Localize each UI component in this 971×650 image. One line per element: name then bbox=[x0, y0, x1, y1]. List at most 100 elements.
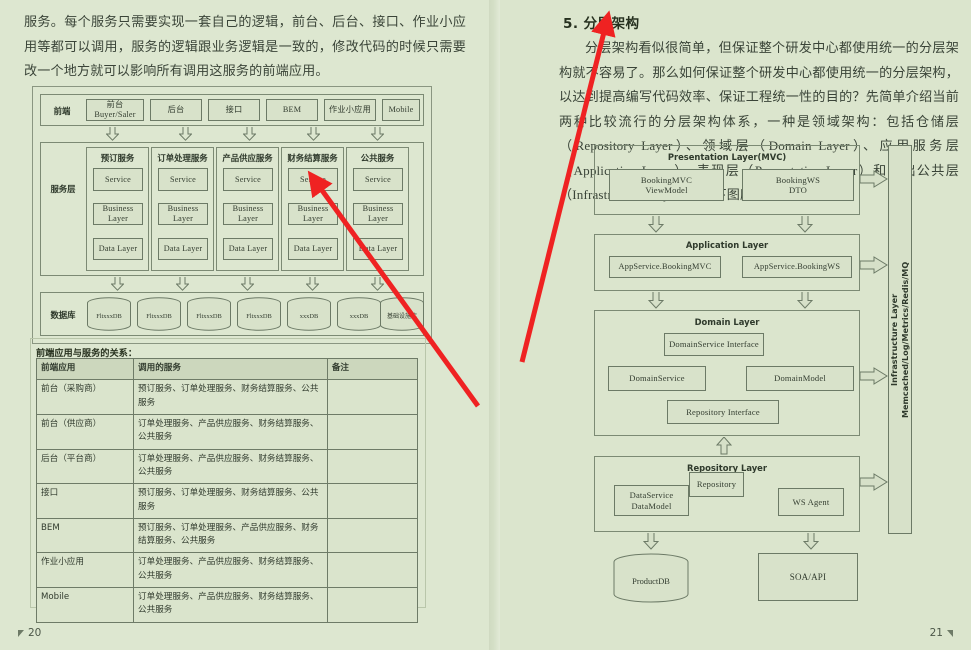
flow-arrow-down-f1 bbox=[179, 127, 192, 141]
table-cell-app-1: 前台（供应商） bbox=[36, 413, 134, 450]
flow-arrow-right-a bbox=[860, 256, 888, 274]
domain-block-service[interactable]: DomainService bbox=[608, 366, 706, 391]
service-column-2-block-2[interactable]: Data Layer bbox=[223, 238, 273, 260]
svg-text:FltxxxDB: FltxxxDB bbox=[96, 313, 122, 320]
frontend-item-3[interactable]: BEM bbox=[266, 99, 318, 121]
service-column-1-block-0[interactable]: Service bbox=[158, 168, 208, 191]
table-cell-note-0 bbox=[326, 379, 419, 415]
page-number-right-value: 21 bbox=[929, 627, 943, 639]
svg-text:FltxxxDB: FltxxxDB bbox=[246, 313, 272, 320]
service-column-1-block-1[interactable]: Business Layer bbox=[158, 203, 208, 225]
flow-arrow-up-r bbox=[716, 437, 732, 455]
service-column-3-block-0[interactable]: Service bbox=[288, 168, 338, 191]
section-heading: 5. 分层架构 bbox=[563, 16, 640, 32]
page-number-right: 21 bbox=[930, 627, 953, 639]
flow-arrow-down-f3 bbox=[307, 127, 320, 141]
infrastructure-layer-strip: Infrastructure Layer Memcached/Log/Metri… bbox=[888, 145, 912, 534]
service-column-1-block-2[interactable]: Data Layer bbox=[158, 238, 208, 260]
frontend-item-5[interactable]: Mobile bbox=[382, 99, 420, 121]
table-cell-services-1: 订单处理服务、产品供应服务、财务结算服务、公共服务 bbox=[133, 413, 328, 450]
frontend-item-2[interactable]: 接口 bbox=[208, 99, 260, 121]
frontend-item-0[interactable]: 前台 Buyer/Saler bbox=[86, 99, 144, 121]
service-column-2-block-1[interactable]: Business Layer bbox=[223, 203, 273, 225]
service-column-0-block-1[interactable]: Business Layer bbox=[93, 203, 143, 225]
repository-block-repository[interactable]: Repository bbox=[689, 472, 744, 497]
service-column-4-block-0[interactable]: Service bbox=[353, 168, 403, 191]
infrastructure-layer-title: Infrastructure Layer bbox=[889, 293, 900, 386]
table-row[interactable]: Mobile 订单处理服务、产品供应服务、财务结算服务、公共服务 bbox=[36, 587, 419, 623]
domain-block-model[interactable]: DomainModel bbox=[746, 366, 854, 391]
service-column-3-block-1[interactable]: Business Layer bbox=[288, 203, 338, 225]
flow-arrow-down-p0 bbox=[648, 216, 664, 233]
table-cell-note-3 bbox=[326, 483, 419, 519]
service-column-3-block-2[interactable]: Data Layer bbox=[288, 238, 338, 260]
frontend-item-1[interactable]: 后台 bbox=[150, 99, 202, 121]
database-cylinder-1[interactable]: FltxxxDB bbox=[136, 297, 182, 331]
table-cell-services-6: 订单处理服务、产品供应服务、财务结算服务、公共服务 bbox=[133, 587, 328, 623]
table-row[interactable]: 作业小应用 订单处理服务、产品供应服务、财务结算服务、公共服务 bbox=[36, 552, 419, 589]
presentation-block-0[interactable]: BookingMVC ViewModel bbox=[609, 169, 724, 201]
svg-text:ProductDB: ProductDB bbox=[632, 577, 670, 586]
svg-text:基础设施库: 基础设施库 bbox=[387, 312, 417, 320]
table-row[interactable]: 前台（供应商） 订单处理服务、产品供应服务、财务结算服务、公共服务 bbox=[36, 413, 419, 450]
domain-layer-title: Domain Layer bbox=[694, 317, 760, 327]
flow-arrow-right-d bbox=[860, 367, 888, 385]
service-column-0-title: 预订服务 bbox=[100, 153, 135, 163]
table-row[interactable]: 接口 预订服务、订单处理服务、财务结算服务、公共服务 bbox=[36, 483, 419, 519]
table-row[interactable]: BEM 预订服务、订单处理服务、产品供应服务、财务结算服务、公共服务 bbox=[36, 517, 419, 554]
service-column-0-block-0[interactable]: Service bbox=[93, 168, 143, 191]
presentation-layer-title: Presentation Layer(MVC) bbox=[667, 152, 787, 162]
application-block-0[interactable]: AppService.BookingMVC bbox=[609, 256, 721, 278]
infrastructure-layer-subtitle: Memcached/Log/Metrics/Redis/MQ bbox=[900, 261, 911, 418]
flow-arrow-down-f4 bbox=[371, 127, 384, 141]
table-cell-app-2: 后台（平台商） bbox=[36, 448, 134, 485]
table-row[interactable]: 后台（平台商） 订单处理服务、产品供应服务、财务结算服务、公共服务 bbox=[36, 448, 419, 485]
frontend-item-4[interactable]: 作业小应用 bbox=[324, 99, 376, 121]
flow-arrow-down-s4 bbox=[371, 277, 384, 291]
repository-block-wsagent[interactable]: WS Agent bbox=[778, 488, 844, 516]
page-number-left-value: 20 bbox=[28, 627, 42, 639]
flow-arrow-down-db bbox=[643, 533, 659, 550]
domain-block-repository-interface[interactable]: Repository Interface bbox=[667, 400, 779, 424]
table-cell-services-3: 预订服务、订单处理服务、财务结算服务、公共服务 bbox=[133, 483, 328, 519]
relations-table: 前端应用 调用的服务 备注 前台（采购商） 预订服务、订单处理服务、财务结算服务… bbox=[36, 357, 419, 623]
infrastructure-layer-text: Infrastructure Layer Memcached/Log/Metri… bbox=[889, 261, 911, 417]
page-corner-icon bbox=[947, 629, 953, 637]
database-cylinder-4[interactable]: xxxDB bbox=[286, 297, 332, 331]
table-cell-services-2: 订单处理服务、产品供应服务、财务结算服务、公共服务 bbox=[133, 448, 328, 485]
service-column-4-block-2[interactable]: Data Layer bbox=[353, 238, 403, 260]
flow-arrow-down-p1 bbox=[797, 216, 813, 233]
service-column-4-block-1[interactable]: Business Layer bbox=[353, 203, 403, 225]
database-row-label: 数据库 bbox=[50, 310, 76, 320]
table-cell-services-4: 预订服务、订单处理服务、产品供应服务、财务结算服务、公共服务 bbox=[133, 517, 328, 554]
flow-arrow-down-a1 bbox=[797, 292, 813, 309]
table-row[interactable]: 前台（采购商） 预订服务、订单处理服务、财务结算服务、公共服务 bbox=[36, 379, 419, 415]
table-cell-app-0: 前台（采购商） bbox=[36, 379, 134, 415]
product-db-cylinder[interactable]: ProductDB bbox=[612, 553, 690, 604]
repository-block-dataservice[interactable]: DataService DataModel bbox=[614, 485, 689, 516]
table-cell-note-5 bbox=[326, 552, 419, 589]
service-architecture-diagram: 前端 前台 Buyer/Saler 后台 接口 BEM 作业小应用 Mobile bbox=[32, 86, 432, 344]
database-cylinder-2[interactable]: FltxxxDB bbox=[186, 297, 232, 331]
domain-block-interface[interactable]: DomainService Interface bbox=[664, 333, 764, 356]
page-gutter bbox=[489, 0, 500, 650]
presentation-block-1[interactable]: BookingWS DTO bbox=[742, 169, 854, 201]
table-header-1: 调用的服务 bbox=[133, 357, 328, 381]
database-cylinder-0[interactable]: FltxxxDB bbox=[86, 297, 132, 331]
service-column-2-block-0[interactable]: Service bbox=[223, 168, 273, 191]
service-column-0-block-2[interactable]: Data Layer bbox=[93, 238, 143, 260]
application-block-1[interactable]: AppService.BookingWS bbox=[742, 256, 852, 278]
table-cell-services-0: 预订服务、订单处理服务、财务结算服务、公共服务 bbox=[133, 379, 328, 415]
svg-text:FltxxxDB: FltxxxDB bbox=[146, 313, 172, 320]
table-cell-app-4: BEM bbox=[36, 517, 134, 554]
table-header-0: 前端应用 bbox=[36, 357, 134, 381]
database-cylinder-3[interactable]: FltxxxDB bbox=[236, 297, 282, 331]
soa-api-box[interactable]: SOA/API bbox=[758, 553, 858, 601]
flow-arrow-right-p bbox=[860, 170, 888, 188]
svg-text:xxxDB: xxxDB bbox=[350, 313, 368, 320]
database-cylinder-5[interactable]: xxxDB bbox=[336, 297, 382, 331]
table-header-2: 备注 bbox=[326, 357, 419, 381]
database-cylinder-6[interactable]: 基础设施库 bbox=[379, 297, 425, 331]
layered-architecture-diagram: Presentation Layer(MVC) BookingMVC ViewM… bbox=[592, 143, 912, 611]
service-column-1-title: 订单处理服务 bbox=[157, 153, 208, 163]
